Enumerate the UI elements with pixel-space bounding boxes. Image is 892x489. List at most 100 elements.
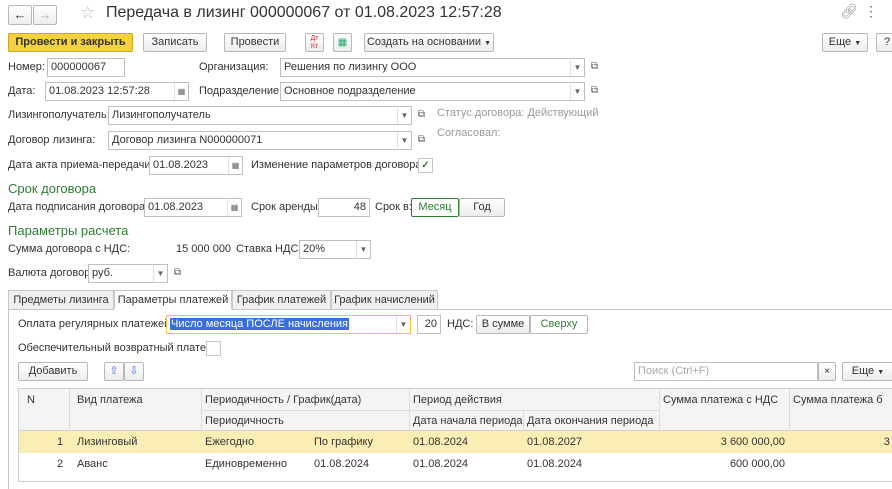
header-start-date[interactable]: Дата начала периода [413,411,523,431]
structure-icon[interactable]: ▦ [333,33,352,52]
calendar-icon[interactable]: ▦ [228,157,242,174]
col-divider [789,389,790,431]
chevron-down-icon[interactable]: ▼ [356,241,370,258]
create-based-label: Создать на основании [366,36,482,48]
create-based-dropdown[interactable]: Создать на основании ▼ [364,33,494,52]
help-button[interactable]: ? [876,33,892,52]
clear-search-icon[interactable]: × [818,362,836,381]
row-1-sum2: 3 0 [883,436,892,448]
dt-kt-icon[interactable]: Дт Кт [305,33,324,52]
post-button[interactable]: Провести [224,33,286,52]
calendar-icon[interactable]: ▦ [174,83,188,100]
row-2-n: 2 [57,458,64,470]
row-2-schedule: 01.08.2024 [314,458,370,470]
col-divider [659,389,660,431]
payments-table: N Вид платежа Периодичность / График(дат… [18,388,892,482]
calendar-icon[interactable]: ▦ [227,199,241,216]
header-payment-type[interactable]: Вид платежа [77,390,143,410]
lessee-label: Лизингополучатель: [8,109,110,121]
date-field[interactable]: 01.08.2023 12:57:28 ▦ [45,82,189,101]
forward-button[interactable]: → [33,5,57,25]
link-icon[interactable]: 🔗︎ [840,3,858,20]
security-payment-label: Обеспечительный возвратный платеж: [18,342,217,354]
kebab-menu-icon[interactable]: ⋮ [864,3,878,20]
header-sum-with-vat[interactable]: Сумма платежа с НДС [663,390,778,410]
param-change-checkbox[interactable]: ✓ [418,158,433,173]
tab-leasing-items[interactable]: Предметы лизинга [8,290,114,310]
chevron-down-icon: ▼ [877,369,885,376]
col-divider [523,410,524,431]
col-divider [409,389,410,431]
table-more-label: Еще [851,365,875,377]
more-dropdown[interactable]: Еще ▼ [822,33,868,52]
number-label: Номер: [8,61,45,73]
open-link-icon[interactable]: ⧉ [414,133,429,148]
year-toggle[interactable]: Год [459,198,505,217]
chevron-down-icon[interactable]: ▼ [397,132,411,149]
contract-field[interactable]: Договор лизинга N000000071 ▼ [108,131,412,150]
post-and-close-button[interactable]: Провести и закрыть [8,33,133,52]
contract-value: Договор лизинга N000000071 [112,134,263,146]
security-payment-checkbox[interactable] [206,341,221,356]
month-toggle[interactable]: Месяц [411,198,459,217]
organization-field[interactable]: Решения по лизингу ООО ▼ [280,58,585,77]
open-link-icon[interactable]: ⧉ [414,108,429,123]
col-divider [69,389,70,431]
department-field[interactable]: Основное подразделение ▼ [280,82,585,101]
rent-term-field[interactable]: 48 [318,198,370,217]
header-validity-period[interactable]: Период действия [413,390,502,410]
contract-sum-value: 15 000 000 [176,243,232,255]
act-date-field[interactable]: 01.08.2023 ▦ [149,156,243,175]
header-periodicity[interactable]: Периодичность [205,411,284,431]
department-value: Основное подразделение [284,85,416,97]
open-link-icon[interactable]: ⧉ [587,60,602,75]
header-sum-other[interactable]: Сумма платежа б [793,390,883,410]
chevron-down-icon[interactable]: ▼ [570,59,584,76]
open-link-icon[interactable]: ⧉ [587,84,602,99]
currency-value: руб. [92,267,113,279]
act-date-label: Дата акта приема-передачи: [8,159,154,171]
lessee-value: Лизингополучатель [112,109,211,121]
move-up-icon[interactable]: ⇧ [104,362,124,381]
vat-mode-label: НДС: [447,318,474,330]
row-2-sum: 600 000,00 [729,458,785,470]
chevron-down-icon: ▼ [484,40,492,47]
sign-date-field[interactable]: 01.08.2023 ▦ [144,198,242,217]
chevron-down-icon[interactable]: ▼ [396,316,410,333]
term-in-label: Срок в: [375,201,412,213]
row-1-type: Лизинговый [77,436,138,448]
move-down-icon[interactable]: ⇩ [124,362,144,381]
save-button[interactable]: Записать [143,33,207,52]
chevron-down-icon[interactable]: ▼ [570,83,584,100]
header-periodicity-schedule[interactable]: Периодичность / График(дата) [205,390,361,410]
tab-payment-schedule[interactable]: График платежей [232,290,331,310]
vat-rate-field[interactable]: 20% ▼ [299,240,371,259]
lessee-field[interactable]: Лизингополучатель ▼ [108,106,412,125]
chevron-down-icon[interactable]: ▼ [153,265,167,282]
term-section-title: Срок договора [8,181,97,196]
row-2-type: Аванс [77,458,108,470]
search-input[interactable]: Поиск (Ctrl+F) [634,362,818,381]
header-end-date[interactable]: Дата окончания периода [527,411,654,431]
row-1-periodicity: Ежегодно [205,436,255,448]
regular-payments-field[interactable]: Число месяца ПОСЛЕ начисления ▼ [166,315,411,334]
currency-field[interactable]: руб. ▼ [88,264,168,283]
header-n[interactable]: N [27,390,35,410]
row-2-periodicity: Единовременно [205,458,288,470]
tab-accrual-schedule[interactable]: График начислений [331,290,438,310]
payment-day-field[interactable]: 20 [417,315,441,334]
row-1-end: 01.08.2027 [527,436,583,448]
organization-label: Организация: [199,61,269,73]
tab-payment-params[interactable]: Параметры платежей [114,290,232,310]
organization-value: Решения по лизингу ООО [284,61,417,73]
open-link-icon[interactable]: ⧉ [170,266,185,281]
vat-in-sum-toggle[interactable]: В сумме [476,315,530,334]
add-button[interactable]: Добавить [18,362,88,381]
vat-on-top-toggle[interactable]: Сверху [530,315,588,334]
back-button[interactable]: ← [8,5,32,25]
chevron-down-icon[interactable]: ▼ [397,107,411,124]
favorite-star-icon[interactable]: ☆ [80,3,95,23]
number-field[interactable]: 000000067 [47,58,125,77]
table-more-dropdown[interactable]: Еще ▼ [842,362,892,381]
sign-date-value: 01.08.2023 [148,201,204,213]
